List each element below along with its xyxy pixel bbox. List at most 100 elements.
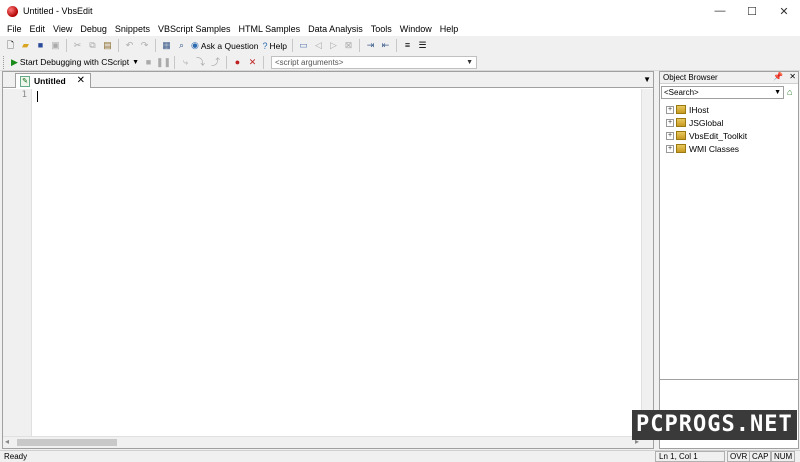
expand-icon[interactable]: + xyxy=(666,105,674,114)
ovr-indicator: OVR xyxy=(727,451,751,462)
menu-view[interactable]: View xyxy=(49,22,76,36)
toolbar-separator xyxy=(396,39,397,52)
toolbar-separator xyxy=(359,39,360,52)
standard-toolbar: 🗋 ▰ ■ ▣ ✂ ⧉ ▤ ↶ ↷ ▦ ⌕ ◉ Ask a Question ?… xyxy=(0,37,800,54)
tab-list-dropdown-icon[interactable]: ▼ xyxy=(643,75,651,84)
menu-html-samples[interactable]: HTML Samples xyxy=(234,22,304,36)
outdent-icon[interactable]: ⇤ xyxy=(379,39,392,52)
paste-icon[interactable]: ▤ xyxy=(101,39,114,52)
expand-icon[interactable]: + xyxy=(666,131,674,140)
chevron-down-icon[interactable]: ▼ xyxy=(132,59,139,66)
tree-item-label: JSGlobal xyxy=(689,117,724,128)
toolbar-separator xyxy=(66,39,67,52)
uncomment-icon[interactable]: ☰ xyxy=(416,39,429,52)
script-arguments-input[interactable]: <script arguments> ▼ xyxy=(271,55,477,69)
pin-icon[interactable]: 📌 xyxy=(773,72,783,81)
expand-icon[interactable]: + xyxy=(666,144,674,153)
menu-debug[interactable]: Debug xyxy=(76,22,111,36)
tree-item-label: WMI Classes xyxy=(689,143,740,154)
menu-snippets[interactable]: Snippets xyxy=(111,22,154,36)
new-file-icon[interactable]: 🗋 xyxy=(4,39,17,52)
library-icon xyxy=(676,131,686,140)
pause-icon[interactable]: ❚❚ xyxy=(156,56,171,69)
search-placeholder: <Search> xyxy=(664,87,699,97)
home-icon[interactable]: ⌂ xyxy=(787,87,792,97)
chevron-down-icon[interactable]: ▼ xyxy=(774,89,781,96)
app-icon xyxy=(7,5,18,17)
text-caret xyxy=(37,91,38,102)
indent-icon[interactable]: ⇥ xyxy=(364,39,377,52)
save-icon[interactable]: ■ xyxy=(34,39,47,52)
menu-file[interactable]: File xyxy=(3,22,26,36)
tree-item-ihost[interactable]: + IHost xyxy=(666,103,747,116)
object-browser-header: Object Browser 📌 ✕ xyxy=(660,72,798,84)
object-browser-panel: Object Browser 📌 ✕ <Search> ▼ ⌂ + IHost … xyxy=(659,71,799,449)
step-out-icon[interactable]: ⤴ xyxy=(209,56,222,69)
globe-icon: ◉ xyxy=(191,40,199,50)
menu-edit[interactable]: Edit xyxy=(26,22,50,36)
tab-untitled[interactable]: ✎ Untitled ✕ xyxy=(15,73,91,88)
step-into-icon[interactable]: ⤷ xyxy=(179,56,192,69)
undo-icon[interactable]: ↶ xyxy=(123,39,136,52)
tree-item-jsglobal[interactable]: + JSGlobal xyxy=(666,116,747,129)
cap-indicator: CAP xyxy=(749,451,772,462)
toolbar-separator xyxy=(118,39,119,52)
prev-bookmark-icon[interactable]: ◁ xyxy=(312,39,325,52)
ask-question-label: Ask a Question xyxy=(200,40,259,51)
clear-breakpoints-icon[interactable]: ✕ xyxy=(246,56,259,69)
cursor-position: Ln 1, Col 1 xyxy=(655,451,725,462)
start-debugging-label: Start Debugging with CScript xyxy=(19,57,130,67)
menu-vbscript-samples[interactable]: VBScript Samples xyxy=(154,22,235,36)
chevron-down-icon[interactable]: ▼ xyxy=(466,59,473,66)
help-button[interactable]: ? Help xyxy=(261,39,290,53)
tab-label: Untitled xyxy=(34,76,66,86)
clear-bookmarks-icon[interactable]: ⊠ xyxy=(342,39,355,52)
scroll-thumb[interactable] xyxy=(17,439,117,446)
minimize-button[interactable]: — xyxy=(704,0,736,22)
title-bar: Untitled - VbsEdit — ☐ ✕ xyxy=(0,0,800,22)
close-button[interactable]: ✕ xyxy=(768,0,800,22)
bookmark-icon[interactable]: ▭ xyxy=(297,39,310,52)
scroll-left-icon[interactable]: ◂ xyxy=(5,437,9,446)
vertical-scrollbar[interactable] xyxy=(641,89,653,437)
next-bookmark-icon[interactable]: ▷ xyxy=(327,39,340,52)
status-bar: Ready Ln 1, Col 1 OVR CAP NUM xyxy=(0,450,800,462)
menu-help[interactable]: Help xyxy=(436,22,463,36)
close-icon[interactable]: ✕ xyxy=(789,72,796,81)
menu-tools[interactable]: Tools xyxy=(367,22,396,36)
horizontal-scrollbar[interactable]: ◂ ▸ xyxy=(3,436,641,448)
toolbar-grip[interactable] xyxy=(3,55,6,69)
object-tree: + IHost + JSGlobal + VbsEdit_Toolkit + W… xyxy=(666,103,747,155)
tab-close-icon[interactable]: ✕ xyxy=(77,75,85,86)
save-all-icon[interactable]: ▣ xyxy=(49,39,62,52)
start-debugging-button[interactable]: ▶ Start Debugging with CScript ▼ xyxy=(9,55,141,69)
tree-item-vbsedit-toolkit[interactable]: + VbsEdit_Toolkit xyxy=(666,129,747,142)
cut-icon[interactable]: ✂ xyxy=(71,39,84,52)
menu-bar: File Edit View Debug Snippets VBScript S… xyxy=(0,22,800,36)
step-over-icon[interactable]: ⤵ xyxy=(194,56,207,69)
object-browser-search-row: <Search> ▼ ⌂ xyxy=(661,85,797,99)
ask-question-button[interactable]: ◉ Ask a Question xyxy=(189,39,261,53)
library-icon xyxy=(676,105,686,114)
menu-window[interactable]: Window xyxy=(396,22,436,36)
toggle-breakpoint-icon[interactable]: ● xyxy=(231,56,244,69)
num-indicator: NUM xyxy=(771,451,796,462)
maximize-button[interactable]: ☐ xyxy=(736,0,768,22)
panel-buttons: 📌 ✕ xyxy=(773,72,796,81)
toolbar-separator xyxy=(263,55,264,69)
search-combobox[interactable]: <Search> ▼ xyxy=(661,85,784,99)
tree-item-wmi-classes[interactable]: + WMI Classes xyxy=(666,142,747,155)
stop-icon[interactable]: ■ xyxy=(142,56,155,69)
copy-icon[interactable]: ⧉ xyxy=(86,39,99,52)
redo-icon[interactable]: ↷ xyxy=(138,39,151,52)
code-editor[interactable] xyxy=(33,89,641,437)
debug-toolbar: ▶ Start Debugging with CScript ▼ ■ ❚❚ ⤷ … xyxy=(0,54,800,71)
open-folder-icon[interactable]: ▰ xyxy=(19,39,32,52)
print-icon[interactable]: ▦ xyxy=(160,39,173,52)
find-icon[interactable]: ⌕ xyxy=(175,39,188,52)
comment-icon[interactable]: ≡ xyxy=(401,39,414,52)
expand-icon[interactable]: + xyxy=(666,118,674,127)
tree-item-label: IHost xyxy=(689,104,709,115)
help-label: Help xyxy=(269,40,287,51)
menu-data-analysis[interactable]: Data Analysis xyxy=(304,22,367,36)
